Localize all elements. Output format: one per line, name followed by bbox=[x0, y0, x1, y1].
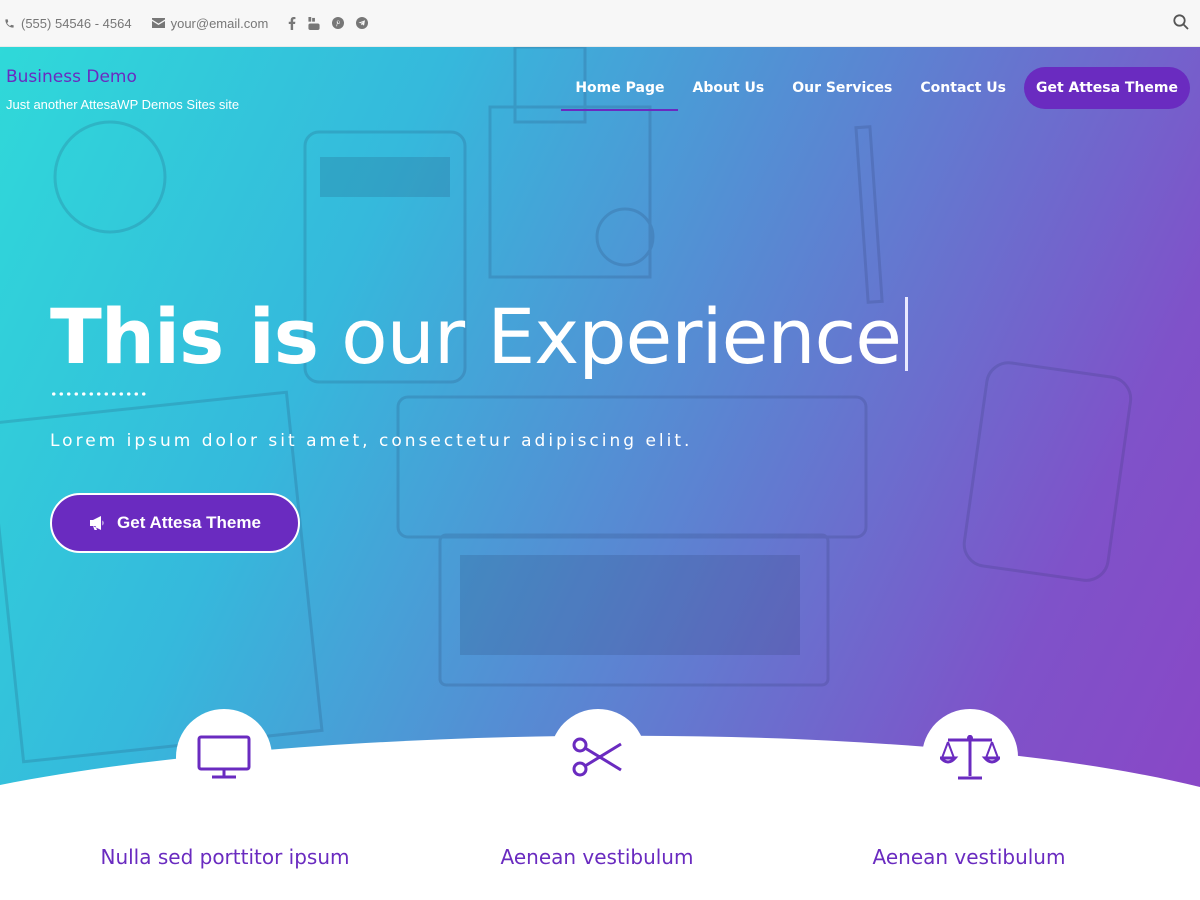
hero-subtitle: Lorem ipsum dolor sit amet, consectetur … bbox=[50, 431, 693, 451]
facebook-icon[interactable] bbox=[288, 16, 296, 30]
feature-title-3: Aenean vestibulum bbox=[872, 845, 1066, 869]
typing-cursor bbox=[905, 297, 909, 371]
phone-icon bbox=[5, 18, 14, 28]
youtube-icon[interactable] bbox=[308, 16, 320, 30]
social-links bbox=[288, 16, 380, 30]
feature-title-1: Nulla sed porttitor ipsum bbox=[100, 845, 350, 869]
monitor-icon bbox=[197, 735, 251, 779]
hero-section: Business Demo Just another AttesaWP Demo… bbox=[0, 47, 1200, 900]
feature-title-2: Aenean vestibulum bbox=[500, 845, 694, 869]
scales-icon bbox=[940, 735, 1000, 780]
hero-headline: This is our Experience bbox=[50, 292, 909, 382]
search-button[interactable] bbox=[1173, 14, 1189, 33]
search-icon bbox=[1173, 14, 1189, 30]
hero-get-theme-button[interactable]: Get Attesa Theme bbox=[50, 493, 300, 553]
phone-number: (555) 54546 - 4564 bbox=[21, 15, 132, 31]
phone-info: (555) 54546 - 4564 bbox=[4, 16, 132, 31]
top-bar: (555) 54546 - 4564 your@email.com bbox=[0, 0, 1200, 47]
headline-bold: This is bbox=[50, 292, 319, 381]
nav-get-theme-button[interactable]: Get Attesa Theme bbox=[1023, 67, 1190, 109]
scissors-icon bbox=[572, 737, 622, 777]
feature-scales-badge bbox=[922, 709, 1018, 805]
feature-monitor-badge bbox=[176, 709, 272, 805]
dotted-divider bbox=[50, 392, 148, 396]
site-tagline: Just another AttesaWP Demos Sites site bbox=[6, 97, 240, 112]
telegram-icon[interactable] bbox=[356, 17, 369, 29]
feature-scissors-badge bbox=[550, 709, 646, 805]
site-branding: Business Demo Just another AttesaWP Demo… bbox=[6, 67, 239, 112]
email-info[interactable]: your@email.com bbox=[151, 16, 269, 31]
hero-cta-label[interactable]: Get Attesa Theme bbox=[117, 513, 261, 533]
headline-light: our Experience bbox=[341, 292, 902, 381]
nav-item-home-page[interactable]: Home Page bbox=[561, 67, 679, 111]
nav-item-our-services[interactable]: Our Services bbox=[778, 67, 906, 109]
pinterest-icon[interactable] bbox=[332, 17, 345, 29]
nav-item-about-us[interactable]: About Us bbox=[678, 67, 778, 109]
main-navigation: Home Page About Us Our Services Contact … bbox=[561, 67, 1190, 111]
envelope-icon bbox=[151, 18, 165, 28]
site-title[interactable]: Business Demo bbox=[6, 67, 239, 87]
email-address[interactable]: your@email.com bbox=[171, 16, 269, 31]
nav-item-contact-us[interactable]: Contact Us bbox=[906, 67, 1020, 109]
megaphone-icon bbox=[90, 516, 104, 530]
